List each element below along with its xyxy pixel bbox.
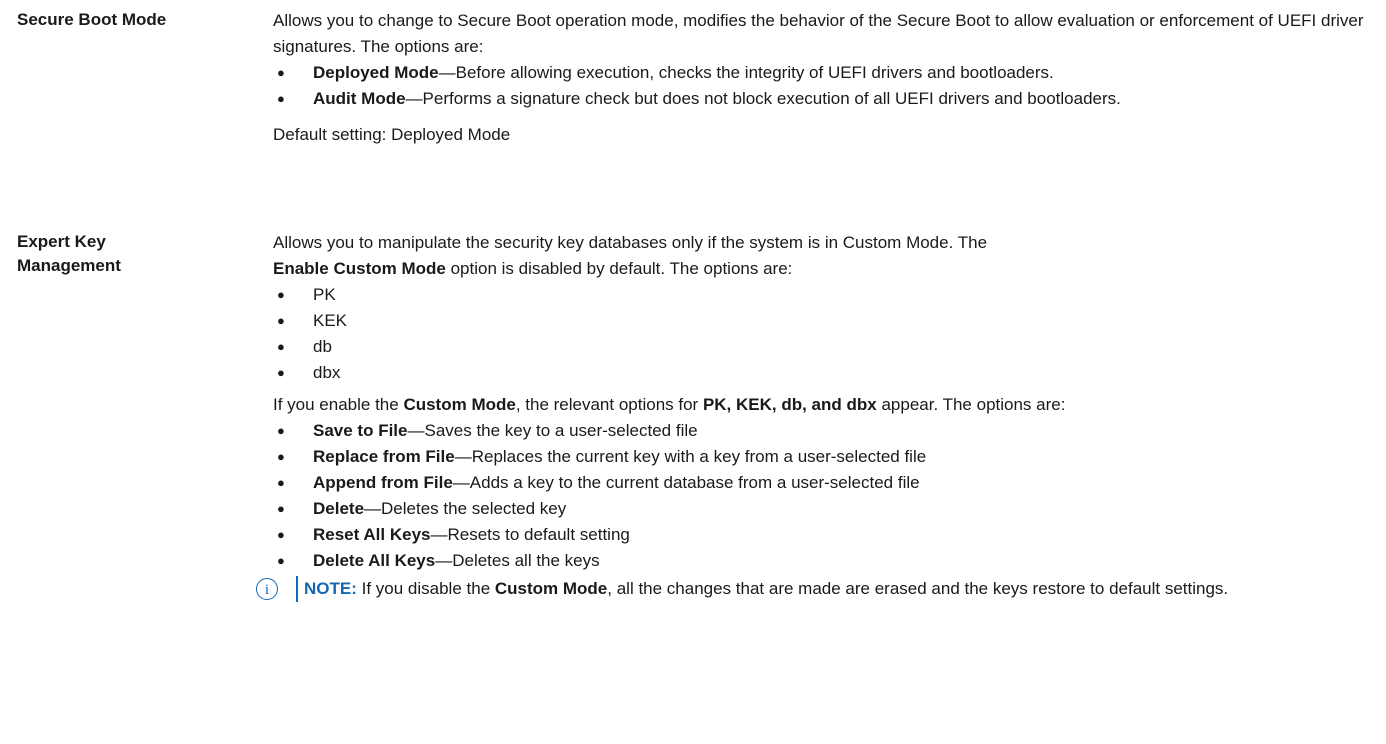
expert-key-management-description: Allows you to manipulate the security ke… xyxy=(256,230,1383,602)
secure-boot-mode-intro: Allows you to change to Secure Boot oper… xyxy=(273,11,1364,56)
secure-boot-default-setting: Default setting: Deployed Mode xyxy=(273,125,511,144)
option-description: —Before allowing execution, checks the i… xyxy=(438,63,1054,82)
info-icon: i xyxy=(256,578,278,600)
note-callout: i NOTE: If you disable the Custom Mode, … xyxy=(256,576,1383,602)
option-description: —Deletes all the keys xyxy=(435,551,600,570)
list-item: ● db xyxy=(273,334,1383,360)
list-item: ● dbx xyxy=(273,360,1383,386)
key-database-list: ● PK ● KEK ● db ● dbx xyxy=(273,282,1383,386)
option-description: —Performs a signature check but does not… xyxy=(405,89,1121,108)
list-item: ● KEK xyxy=(273,308,1383,334)
list-item: ● Audit Mode—Performs a signature check … xyxy=(273,86,1383,112)
term-line: Management xyxy=(17,256,121,275)
paragraph-text: If you enable the xyxy=(273,395,404,414)
custom-mode-options-list: ● Save to File—Saves the key to a user-se… xyxy=(273,418,1383,574)
bullet-icon: ● xyxy=(277,65,285,80)
expert-key-management-term: Expert Key Management xyxy=(17,230,227,278)
paragraph-text: , the relevant options for xyxy=(515,395,703,414)
bullet-icon: ● xyxy=(277,553,285,568)
custom-mode-paragraph: If you enable the Custom Mode, the relev… xyxy=(273,392,1383,418)
option-name: Audit Mode xyxy=(313,89,406,108)
list-item: ● Deployed Mode—Before allowing executio… xyxy=(273,60,1383,86)
list-item: ● Save to File—Saves the key to a user-se… xyxy=(273,418,1383,444)
list-item: ● PK xyxy=(273,282,1383,308)
paragraph-bold: Custom Mode xyxy=(403,395,516,414)
note-text: , all the changes that are made are eras… xyxy=(607,579,1229,598)
key-name: db xyxy=(313,337,332,356)
bullet-icon: ● xyxy=(277,365,285,380)
bullet-icon: ● xyxy=(277,449,285,464)
paragraph-bold: PK, KEK, db, and dbx xyxy=(702,395,877,414)
intro-text: option is disabled by default. The optio… xyxy=(445,259,793,278)
list-item: ● Reset All Keys—Resets to default settin… xyxy=(273,522,1383,548)
bullet-icon: ● xyxy=(277,527,285,542)
note-body: NOTE: If you disable the Custom Mode, al… xyxy=(296,576,1383,602)
option-name: Reset All Keys xyxy=(313,525,431,544)
bullet-icon: ● xyxy=(277,475,285,490)
key-name: PK xyxy=(313,285,336,304)
option-name: Replace from File xyxy=(313,447,455,466)
list-item: ● Append from File—Adds a key to the curr… xyxy=(273,470,1383,496)
paragraph-text: appear. The options are: xyxy=(876,395,1066,414)
option-description: —Adds a key to the current database from… xyxy=(452,473,920,492)
key-name: dbx xyxy=(313,363,341,382)
bullet-icon: ● xyxy=(277,423,285,438)
option-name: Deployed Mode xyxy=(313,63,439,82)
note-bold: Custom Mode xyxy=(494,579,608,598)
note-label: NOTE: xyxy=(304,579,357,598)
list-item: ● Delete—Deletes the selected key xyxy=(273,496,1383,522)
term-line: Expert Key xyxy=(17,232,106,251)
key-name: KEK xyxy=(313,311,348,330)
secure-boot-mode-description: Allows you to change to Secure Boot oper… xyxy=(273,8,1383,148)
bullet-icon: ● xyxy=(277,91,285,106)
option-name: Delete xyxy=(313,499,365,518)
option-description: —Saves the key to a user-selected file xyxy=(407,421,698,440)
intro-bold: Enable Custom Mode xyxy=(273,259,446,278)
bullet-icon: ● xyxy=(277,287,285,302)
list-item: ● Replace from File—Replaces the current … xyxy=(273,444,1383,470)
option-description: —Resets to default setting xyxy=(430,525,630,544)
option-description: —Deletes the selected key xyxy=(364,499,567,518)
bullet-icon: ● xyxy=(277,313,285,328)
expert-key-intro: Allows you to manipulate the security ke… xyxy=(273,230,1383,282)
note-text: If you disable the xyxy=(356,579,495,598)
option-name: Save to File xyxy=(313,421,408,440)
bullet-icon: ● xyxy=(277,339,285,354)
list-item: ● Delete All Keys—Deletes all the keys xyxy=(273,548,1383,574)
intro-text: Allows you to manipulate the security ke… xyxy=(273,233,988,252)
secure-boot-mode-term: Secure Boot Mode xyxy=(17,10,167,29)
bullet-icon: ● xyxy=(277,501,285,516)
option-name: Delete All Keys xyxy=(313,551,436,570)
secure-boot-options-list: ● Deployed Mode—Before allowing executio… xyxy=(273,60,1383,112)
option-description: —Replaces the current key with a key fro… xyxy=(454,447,927,466)
option-name: Append from File xyxy=(313,473,453,492)
